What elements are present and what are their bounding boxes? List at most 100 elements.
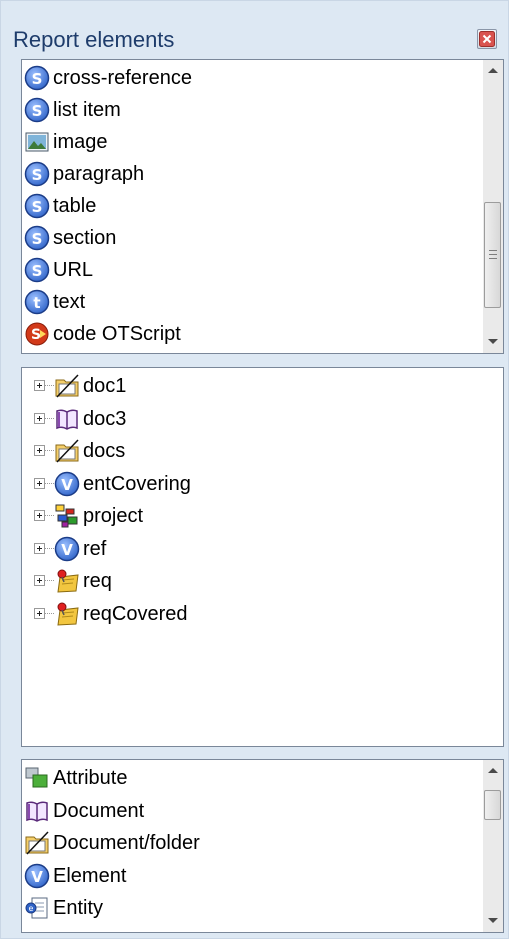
expand-toggle-icon[interactable] xyxy=(34,445,45,456)
report-element-item[interactable]: Slist item xyxy=(22,94,462,126)
tree-connector xyxy=(45,450,54,452)
t-badge-icon: t xyxy=(24,289,50,315)
folder-crossed-icon xyxy=(54,438,80,464)
tree-node-label: reqCovered xyxy=(83,602,188,625)
expand-toggle-icon[interactable] xyxy=(34,412,45,424)
element-types-items: Attribute Document Document/folder V Element… xyxy=(22,760,483,932)
report-elements-window: Report elements Scross-reference Slist it… xyxy=(0,0,509,939)
report-element-item[interactable]: t text xyxy=(22,286,462,318)
expand-toggle-icon[interactable] xyxy=(34,542,45,554)
arrow-down-icon xyxy=(488,339,498,344)
scroll-thumb[interactable] xyxy=(484,790,501,820)
arrow-down-icon xyxy=(488,918,498,923)
element-type-label: Element xyxy=(53,864,127,887)
s-badge-icon: S xyxy=(24,193,50,219)
tree-node-label: docs xyxy=(83,440,126,462)
tree-node[interactable]: Vref xyxy=(22,533,482,565)
s-badge-icon: S xyxy=(24,225,50,251)
report-element-item[interactable]: Ssection xyxy=(22,222,462,254)
scroll-up-button[interactable] xyxy=(483,760,503,782)
v-badge-icon: V xyxy=(24,863,50,889)
expand-toggle-icon[interactable] xyxy=(34,607,45,619)
tree-connector xyxy=(45,482,54,485)
expand-toggle-icon[interactable] xyxy=(34,575,45,586)
report-element-label: section xyxy=(53,227,117,249)
report-element-item[interactable]: Sparagraph xyxy=(22,158,462,190)
tree-node[interactable]: doc1 xyxy=(22,370,482,402)
s-badge-icon: S xyxy=(24,65,50,91)
s-badge-icon: S xyxy=(24,97,50,123)
report-element-item[interactable]: S URL xyxy=(22,254,462,286)
expand-toggle-icon[interactable] xyxy=(34,380,45,391)
element-type-item[interactable]: e Entity xyxy=(22,892,462,924)
svg-text:V: V xyxy=(61,541,73,559)
report-element-label: table xyxy=(53,195,97,217)
element-type-item[interactable]: Document/folder xyxy=(22,827,462,859)
tree-connector xyxy=(45,612,54,615)
element-type-label: Entity xyxy=(53,897,104,919)
svg-text:S: S xyxy=(32,166,43,184)
element-type-item[interactable]: Document xyxy=(22,795,462,827)
report-element-label: text xyxy=(53,291,86,313)
folder-crossed-icon xyxy=(54,373,80,399)
tree-node[interactable]: doc3 xyxy=(22,403,482,435)
close-icon xyxy=(479,31,495,47)
tree-node-label: doc3 xyxy=(83,407,127,430)
scroll-up-button[interactable] xyxy=(483,60,503,82)
image-icon xyxy=(24,129,50,155)
report-element-item[interactable]: Scross-reference xyxy=(22,62,462,94)
report-element-item[interactable]: Stable xyxy=(22,190,462,222)
s-badge-icon: S xyxy=(24,161,50,187)
tree-node[interactable]: reqCovered xyxy=(22,598,482,630)
v-badge-icon: V xyxy=(54,536,80,562)
element-type-label: Attribute xyxy=(53,767,128,789)
report-element-label: image xyxy=(53,131,108,153)
tree-connector xyxy=(45,417,54,420)
report-element-item[interactable]: Scode OTScript xyxy=(22,318,462,350)
svg-text:S: S xyxy=(32,70,43,88)
tree-node[interactable]: req xyxy=(22,565,482,597)
attribute-icon xyxy=(24,765,50,791)
arrow-up-icon xyxy=(488,68,498,73)
scroll-thumb[interactable] xyxy=(484,202,501,308)
report-elements-scrollbar[interactable] xyxy=(483,60,503,353)
report-elements-list: Scross-reference Slist item image Sparagrap… xyxy=(21,59,504,354)
expand-toggle-icon[interactable] xyxy=(34,477,45,489)
svg-text:S: S xyxy=(32,262,43,280)
report-element-label: code OTScript xyxy=(53,323,181,345)
svg-text:S: S xyxy=(32,230,43,248)
report-element-label: paragraph xyxy=(53,163,145,185)
svg-text:t: t xyxy=(33,294,40,312)
tree-node-label: req xyxy=(83,570,112,592)
svg-text:V: V xyxy=(31,868,43,886)
svg-text:S: S xyxy=(32,102,43,120)
element-type-label: Document xyxy=(53,799,145,822)
project-icon xyxy=(54,503,80,529)
element-types-list: Attribute Document Document/folder V Element… xyxy=(21,759,504,933)
tree-node-label: ref xyxy=(83,537,107,560)
scroll-down-button[interactable] xyxy=(483,331,503,353)
report-element-label: URL xyxy=(53,259,94,281)
requirement-pin-icon xyxy=(54,568,80,594)
expand-toggle-icon[interactable] xyxy=(34,510,45,521)
tree-node[interactable]: docs xyxy=(22,435,482,467)
tree-connector xyxy=(45,385,54,387)
arrow-up-icon xyxy=(488,768,498,773)
element-types-scrollbar[interactable] xyxy=(483,760,503,932)
report-element-item[interactable]: image xyxy=(22,126,462,158)
report-element-label: list item xyxy=(53,99,121,121)
report-elements-items: Scross-reference Slist item image Sparagrap… xyxy=(22,60,483,353)
close-button[interactable] xyxy=(477,29,497,49)
requirement-pin-icon xyxy=(54,601,80,627)
book-icon xyxy=(24,798,50,824)
tree-connector xyxy=(45,515,54,517)
svg-text:S: S xyxy=(32,198,43,216)
project-tree-items: doc1 doc3 docs VentCovering project Vref req re… xyxy=(22,368,503,746)
element-type-item[interactable]: V Element xyxy=(22,860,462,892)
v-badge-icon: V xyxy=(54,471,80,497)
element-type-item[interactable]: Attribute xyxy=(22,762,462,794)
scroll-down-button[interactable] xyxy=(483,910,503,932)
tree-node[interactable]: VentCovering xyxy=(22,468,482,500)
tree-node[interactable]: project xyxy=(22,500,482,532)
book-icon xyxy=(54,406,80,432)
